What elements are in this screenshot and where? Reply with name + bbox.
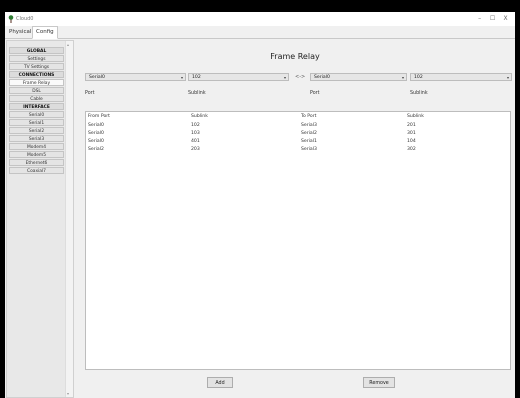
minimize-button[interactable]: – [474,15,485,22]
sidebar-item-modem5[interactable]: Modem5 [9,151,64,158]
table-cell: Serial3 [301,123,317,128]
sidebar-item-ethernet6[interactable]: Ethernet6 [9,159,64,166]
sidebar-header-connections: CONNECTIONS [9,71,64,78]
table-cell: 301 [407,131,416,136]
sidebar-item-coaxial7[interactable]: Coaxial7 [9,167,64,174]
sidebar-item-cable[interactable]: Cable [9,95,64,102]
left-sublink-select[interactable]: 102 ▾ [188,73,289,81]
frame-relay-panel: Frame Relay Serial0 ▾ 102 ▾ <-> Serial0 … [75,40,515,396]
table-cell: 401 [191,139,200,144]
chevron-down-icon: ▾ [180,75,183,80]
tab-physical[interactable]: Physical [6,27,34,37]
sidebar-header-global: GLOBAL [9,47,64,54]
table-cell: 103 [191,131,200,136]
sidebar-item-modem4[interactable]: Modem4 [9,143,64,150]
table-cell: 104 [407,139,416,144]
chevron-down-icon: ▾ [401,75,404,80]
right-sublink-select[interactable]: 102 ▾ [410,73,512,81]
tab-config[interactable]: Config [32,26,58,39]
sublink-label-right: Sublink [410,91,428,96]
table-cell: 102 [191,123,200,128]
swap-arrows-icon: <-> [295,74,306,80]
table-cell: Serial3 [301,147,317,152]
table-cell: Serial2 [88,147,104,152]
sublink-label-left: Sublink [188,91,206,96]
table-cell: 201 [407,123,416,128]
app-logo-icon [8,15,14,23]
table-cell: Serial0 [88,123,104,128]
table-row[interactable]: Serial0 401 Serial1 104 [86,139,510,147]
left-sublink-value: 102 [192,75,201,80]
title-bar: Cloud0 – ☐ X [5,12,515,26]
connections-table[interactable]: From Port Sublink To Port Sublink Serial… [85,111,511,370]
table-cell: Serial0 [88,139,104,144]
sidebar-item-tv-settings[interactable]: TV Settings [9,63,64,70]
sidebar-item-dsl[interactable]: DSL [9,87,64,94]
table-row[interactable]: Serial2 203 Serial3 302 [86,147,510,155]
chevron-down-icon: ▾ [506,75,509,80]
close-button[interactable]: X [500,15,511,22]
tab-bar: Physical Config [5,26,515,39]
right-port-select[interactable]: Serial0 ▾ [310,73,407,81]
column-header: From Port [88,114,110,119]
table-header-row: From Port Sublink To Port Sublink [86,114,510,122]
chevron-down-icon: ▾ [283,75,286,80]
add-button[interactable]: Add [207,377,233,388]
column-header: To Port [301,114,317,119]
maximize-button[interactable]: ☐ [487,15,498,22]
sidebar: GLOBAL Settings TV Settings CONNECTIONS … [6,40,74,398]
remove-button[interactable]: Remove [363,377,395,388]
sidebar-item-serial2[interactable]: Serial2 [9,127,64,134]
table-cell: Serial2 [301,131,317,136]
port-label-right: Port [310,91,320,96]
scroll-down-icon[interactable]: ▾ [67,391,69,396]
sidebar-item-serial3[interactable]: Serial3 [9,135,64,142]
sidebar-item-serial0[interactable]: Serial0 [9,111,64,118]
sidebar-scrollbar[interactable]: ▴ ▾ [65,41,73,397]
table-row[interactable]: Serial0 103 Serial2 301 [86,131,510,139]
sidebar-item-settings[interactable]: Settings [9,55,64,62]
sidebar-item-serial1[interactable]: Serial1 [9,119,64,126]
table-row[interactable]: Serial0 102 Serial3 201 [86,123,510,131]
window-controls: – ☐ X [474,15,511,22]
right-sublink-value: 102 [414,75,423,80]
sidebar-item-frame-relay[interactable]: Frame Relay [9,79,64,86]
scroll-up-icon[interactable]: ▴ [67,42,69,47]
page-title: Frame Relay [270,52,320,61]
table-cell: Serial0 [88,131,104,136]
device-config-window: Cloud0 – ☐ X Physical Config GLOBAL Sett… [5,12,515,398]
right-port-value: Serial0 [314,75,330,80]
sidebar-header-interface: INTERFACE [9,103,64,110]
left-port-value: Serial0 [89,75,105,80]
table-cell: Serial1 [301,139,317,144]
port-label-left: Port [85,91,95,96]
table-cell: 302 [407,147,416,152]
column-header: Sublink [407,114,424,119]
table-cell: 203 [191,147,200,152]
left-port-select[interactable]: Serial0 ▾ [85,73,186,81]
column-header: Sublink [191,114,208,119]
window-title: Cloud0 [16,16,34,22]
